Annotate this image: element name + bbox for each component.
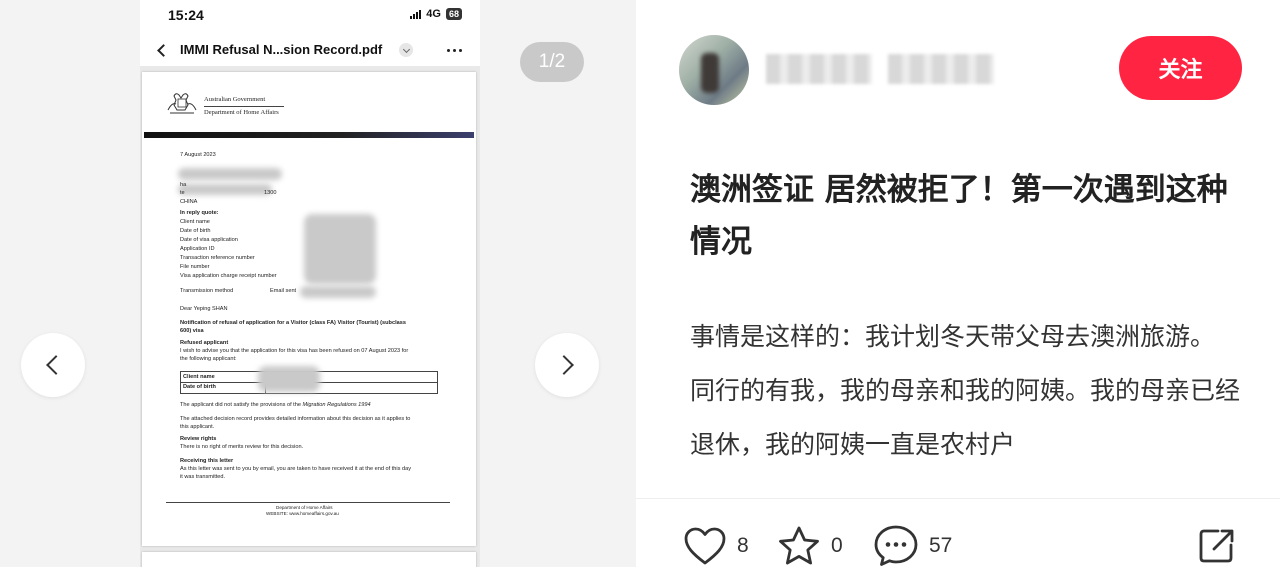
author-name-redacted[interactable]: [766, 54, 1026, 84]
signal-icon: [410, 9, 422, 19]
field-label: Visa application charge receipt number: [180, 273, 277, 279]
advise-text-cont: the following applicant:: [180, 356, 237, 362]
department-name: Department of Home Affairs: [204, 109, 279, 116]
footer-website: WEBSITE: www.homeaffairs.gov.au: [266, 511, 339, 516]
table-cell: Date of birth: [183, 384, 216, 390]
share-icon[interactable]: [1198, 527, 1236, 565]
field-label: Date of birth: [180, 228, 211, 234]
page-counter: 1/2: [520, 42, 584, 82]
header-band: [144, 132, 474, 138]
table-cell: Client name: [183, 374, 215, 380]
status-time: 15:24: [168, 7, 204, 23]
notification-heading: Notification of refusal of application f…: [180, 320, 406, 326]
image-gallery: 15:24 4G 68 IMMI Refusal N...sion Record…: [0, 0, 636, 567]
field-label: Application ID: [180, 246, 215, 252]
redacted-address: [178, 168, 282, 180]
like-count: 8: [737, 534, 749, 557]
refused-applicant-heading: Refused applicant: [180, 340, 229, 346]
like-button[interactable]: 8: [683, 524, 749, 567]
collect-button[interactable]: 0: [777, 524, 843, 567]
field-label: File number: [180, 264, 210, 270]
redacted-email: [300, 286, 376, 298]
letter-page: Australian Government Department of Home…: [142, 72, 476, 546]
attached-text: The attached decision record provides de…: [180, 416, 411, 422]
divider: [204, 106, 284, 107]
next-image-button[interactable]: [535, 333, 599, 397]
redacted-address: [178, 184, 272, 195]
star-icon: [779, 526, 819, 565]
footer-divider: [166, 502, 450, 503]
coat-of-arms-icon: [167, 93, 197, 114]
email-sent-label: Email sent: [270, 288, 297, 294]
receiving-heading: Receiving this letter: [180, 458, 234, 464]
chevron-left-icon: [46, 355, 66, 375]
avatar[interactable]: [679, 35, 749, 105]
pdf-title: IMMI Refusal N...sion Record.pdf: [180, 42, 383, 57]
address-fragment: te: [180, 190, 185, 196]
network-label: 4G: [426, 8, 441, 20]
advise-text: I wish to advise you that the applicatio…: [180, 348, 409, 354]
pdf-header: IMMI Refusal N...sion Record.pdf: [140, 34, 480, 66]
comment-count: 57: [929, 534, 953, 557]
previous-image-button[interactable]: [21, 333, 85, 397]
post-panel: 关注 澳洲签证 居然被拒了！第一次遇到这种情况 事情是这样的：我计划冬天带父母去…: [636, 0, 1280, 567]
next-page-edge: [142, 552, 476, 567]
screenshot-image: 15:24 4G 68 IMMI Refusal N...sion Record…: [140, 0, 480, 567]
address-fragment: 1300: [264, 190, 277, 196]
field-label: Transaction reference number: [180, 255, 255, 261]
receiving-text-cont: it was transmitted.: [180, 474, 226, 480]
chevron-right-icon: [554, 355, 574, 375]
decision-text: The applicant did not satisfy the provis…: [180, 402, 371, 408]
body-paragraph: 事情是这样的：我计划冬天带父母去澳洲旅游。: [690, 322, 1216, 351]
comment-button[interactable]: 57: [873, 524, 952, 567]
attached-text-cont: this applicant.: [180, 424, 215, 430]
address-fragment: CHINA: [180, 199, 198, 205]
field-label: Client name: [180, 219, 210, 225]
greeting: Dear Yeping SHAN: [180, 306, 228, 312]
field-label: Date of visa application: [180, 237, 238, 243]
back-arrow-icon: [150, 38, 172, 62]
comment-icon: [874, 525, 918, 566]
engagement-bar: 8 0 57: [636, 498, 1280, 567]
pdf-viewer: Australian Government Department of Home…: [140, 66, 480, 567]
collect-count: 0: [831, 534, 843, 557]
follow-button[interactable]: 关注: [1119, 36, 1242, 100]
more-icon: [442, 42, 466, 58]
heart-icon: [684, 527, 726, 565]
post-title: 澳洲签证 居然被拒了！第一次遇到这种情况: [690, 172, 1228, 260]
letter-date: 7 August 2023: [180, 152, 216, 158]
body-paragraph: 同行的有我，我的母亲和我的阿姨。我的母亲已经退休，我的阿姨一直是农村户: [690, 376, 1241, 459]
phone-status-bar: 15:24 4G 68: [140, 0, 480, 32]
battery-icon: 68: [445, 8, 462, 20]
notification-heading-cont: 600) visa: [180, 328, 204, 334]
reply-quote-heading: In reply quote:: [180, 210, 219, 216]
redacted-values: [304, 214, 376, 284]
receiving-text: As this letter was sent to you by email,…: [180, 466, 412, 472]
transmission-label: Transmission method: [180, 288, 234, 294]
chevron-down-icon: [399, 43, 413, 57]
address-fragment: ha: [180, 182, 187, 188]
review-rights-text: There is no right of merits review for t…: [180, 444, 304, 450]
review-rights-heading: Review rights: [180, 436, 217, 442]
footer-department: Department of Home Affairs: [276, 505, 333, 510]
note-viewer: 15:24 4G 68 IMMI Refusal N...sion Record…: [0, 0, 1280, 567]
redacted-applicant: [258, 366, 320, 392]
post-body: 事情是这样的：我计划冬天带父母去澳洲旅游。 同行的有我，我的母亲和我的阿姨。我的…: [690, 310, 1250, 500]
government-name: Australian Government: [204, 96, 266, 103]
